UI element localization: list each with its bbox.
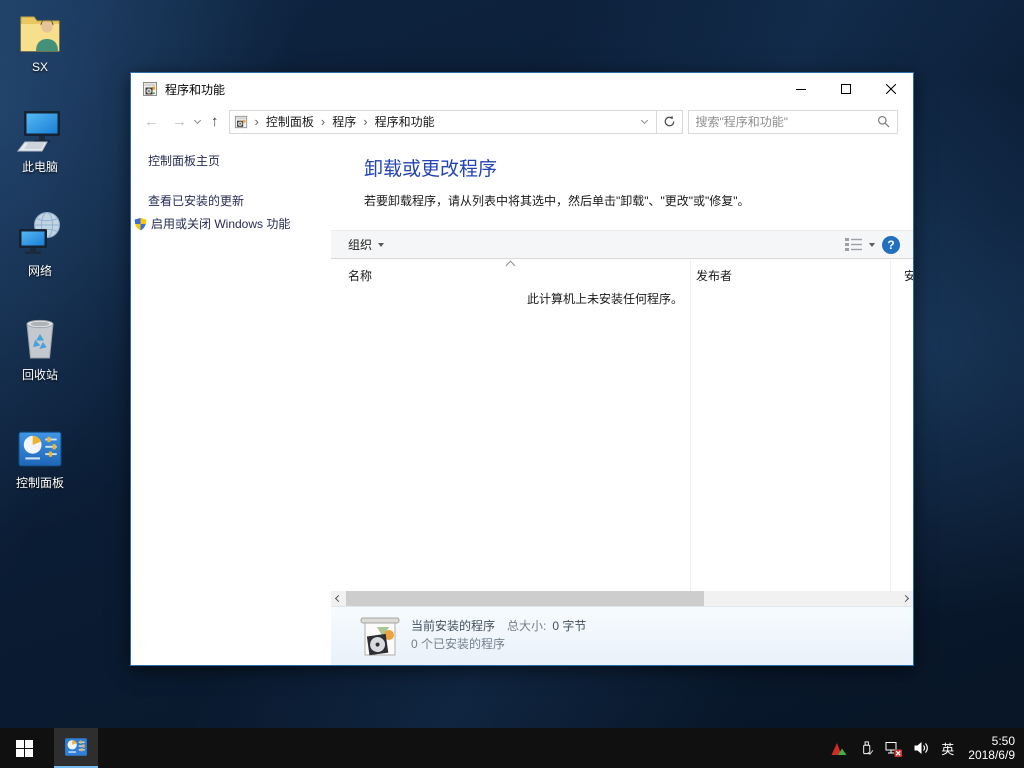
window-title: 程序和功能 [165, 81, 225, 98]
window-titlebar[interactable]: 程序和功能 [131, 73, 913, 105]
taskbar-clock[interactable]: 5:50 2018/6/9 [968, 734, 1015, 762]
desktop-icon-label: 此电脑 [22, 158, 58, 175]
breadcrumb-item-control-panel[interactable]: 控制面板 [266, 113, 314, 130]
empty-list-message: 此计算机上未安装任何程序。 [331, 290, 879, 307]
recycle-bin-icon [17, 314, 63, 364]
clock-date: 2018/6/9 [968, 748, 1015, 762]
close-button[interactable] [868, 73, 913, 105]
window-content: 控制面板主页 查看已安装的更新 启用或关闭 Windows 功能 卸载或更改程序… [131, 138, 913, 665]
details-pane: 当前安装的程序总大小: 0 字节 0 个已安装的程序 [331, 606, 913, 665]
scroll-left-button[interactable] [331, 591, 346, 606]
sidebar: 控制面板主页 查看已安装的更新 启用或关闭 Windows 功能 [131, 138, 331, 665]
minimize-button[interactable] [778, 73, 823, 105]
clock-time: 5:50 [968, 734, 1015, 748]
desktop: { "colors": { "window_border": "#2b6cab"… [0, 0, 1024, 768]
uac-shield-icon [134, 217, 147, 231]
forward-button[interactable]: → [172, 114, 187, 129]
desktop-icon-label: 网络 [28, 262, 52, 279]
desktop-icon-recycle-bin[interactable]: 回收站 [2, 314, 78, 383]
start-button[interactable] [0, 728, 48, 768]
organize-button[interactable]: 组织 [348, 236, 384, 253]
page-title: 卸载或更改程序 [364, 154, 497, 181]
maximize-icon [841, 84, 851, 94]
program-icon [142, 81, 158, 97]
breadcrumb-separator: › [248, 114, 266, 129]
desktop-icon-user-folder[interactable]: SX [2, 8, 78, 74]
minimize-icon [796, 84, 806, 94]
chevron-down-icon [378, 243, 384, 247]
column-divider[interactable] [890, 259, 891, 591]
windows-logo-icon [16, 740, 33, 757]
desktop-icon-this-pc[interactable]: 此电脑 [2, 106, 78, 175]
sidebar-item-windows-features[interactable]: 启用或关闭 Windows 功能 [134, 215, 290, 232]
ime-indicator[interactable]: 英 [941, 739, 954, 758]
search-box [688, 110, 898, 134]
search-input[interactable] [696, 115, 877, 129]
column-header-name[interactable]: 名称 [348, 267, 372, 284]
control-panel-taskbar-icon [63, 735, 89, 759]
breadcrumb[interactable]: › 控制面板 › 程序 › 程序和功能 [229, 110, 657, 134]
details-title: 当前安装的程序 [411, 619, 495, 633]
user-folder-icon [16, 8, 64, 58]
desktop-icon-label: 回收站 [22, 366, 58, 383]
command-bar: 组织 ? [331, 230, 913, 259]
refresh-button[interactable] [657, 110, 683, 134]
horizontal-scrollbar[interactable] [331, 591, 913, 606]
list-header-row: 名称 发布者 安装时间 [331, 259, 913, 284]
sidebar-item-view-installed-updates[interactable]: 查看已安装的更新 [148, 192, 244, 209]
network-disconnected-icon[interactable] [885, 740, 902, 757]
details-count: 0 个已安装的程序 [411, 635, 505, 652]
search-icon[interactable] [877, 115, 890, 128]
breadcrumb-item-programs[interactable]: 程序 [332, 113, 356, 130]
address-bar: ← → ↑ › 控制面板 › 程序 › 程序和功能 [131, 105, 913, 138]
taskbar: 英 5:50 2018/6/9 [0, 728, 1024, 768]
volume-icon[interactable] [913, 740, 930, 756]
main-pane: 卸载或更改程序 若要卸载程序，请从列表中将其选中，然后单击"卸载"、"更改"或"… [331, 138, 913, 665]
view-dropdown-icon[interactable] [869, 243, 875, 247]
help-button[interactable]: ? [882, 236, 900, 254]
desktop-icon-label: SX [32, 60, 48, 74]
column-header-publisher[interactable]: 发布者 [696, 267, 732, 284]
app-notification-icon[interactable] [830, 741, 848, 756]
scroll-right-button[interactable] [898, 591, 913, 606]
scrollbar-thumb[interactable] [346, 591, 704, 606]
address-dropdown-icon[interactable] [640, 116, 647, 123]
column-divider[interactable] [690, 259, 691, 591]
programs-and-features-window: 程序和功能 ← → ↑ › 控制面板 [130, 72, 914, 666]
breadcrumb-separator: › [314, 114, 332, 129]
sidebar-item-label: 启用或关闭 Windows 功能 [151, 215, 290, 232]
details-size-label: 总大小: [507, 619, 546, 633]
close-icon [886, 84, 896, 94]
system-tray: 英 5:50 2018/6/9 [830, 728, 1024, 768]
refresh-icon [663, 115, 676, 128]
recent-locations-dropdown-icon[interactable] [194, 116, 201, 123]
back-button[interactable]: ← [144, 114, 159, 129]
maximize-button[interactable] [823, 73, 868, 105]
desktop-icon-network[interactable]: 网络 [2, 210, 78, 279]
control-panel-icon [17, 426, 63, 472]
breadcrumb-program-icon [234, 115, 248, 129]
page-description: 若要卸载程序，请从列表中将其选中，然后单击"卸载"、"更改"或"修复"。 [364, 192, 750, 209]
breadcrumb-separator: › [356, 114, 374, 129]
safely-remove-hardware-icon[interactable] [859, 740, 874, 756]
organize-label: 组织 [348, 236, 372, 253]
details-size-value: 0 字节 [552, 619, 586, 633]
network-icon [15, 210, 65, 260]
up-button[interactable]: ↑ [211, 114, 219, 129]
sidebar-item-control-panel-home[interactable]: 控制面板主页 [148, 152, 220, 169]
desktop-icon-label: 控制面板 [16, 474, 64, 491]
desktop-icon-control-panel[interactable]: 控制面板 [2, 426, 78, 491]
installed-programs-icon [359, 614, 401, 658]
sort-ascending-icon [506, 261, 516, 271]
column-header-installed-on[interactable]: 安装时间 [904, 267, 913, 284]
taskbar-item-control-panel[interactable] [54, 728, 98, 768]
breadcrumb-item-programs-and-features[interactable]: 程序和功能 [375, 113, 435, 130]
this-pc-icon [15, 106, 65, 156]
change-view-icon[interactable] [845, 238, 862, 251]
